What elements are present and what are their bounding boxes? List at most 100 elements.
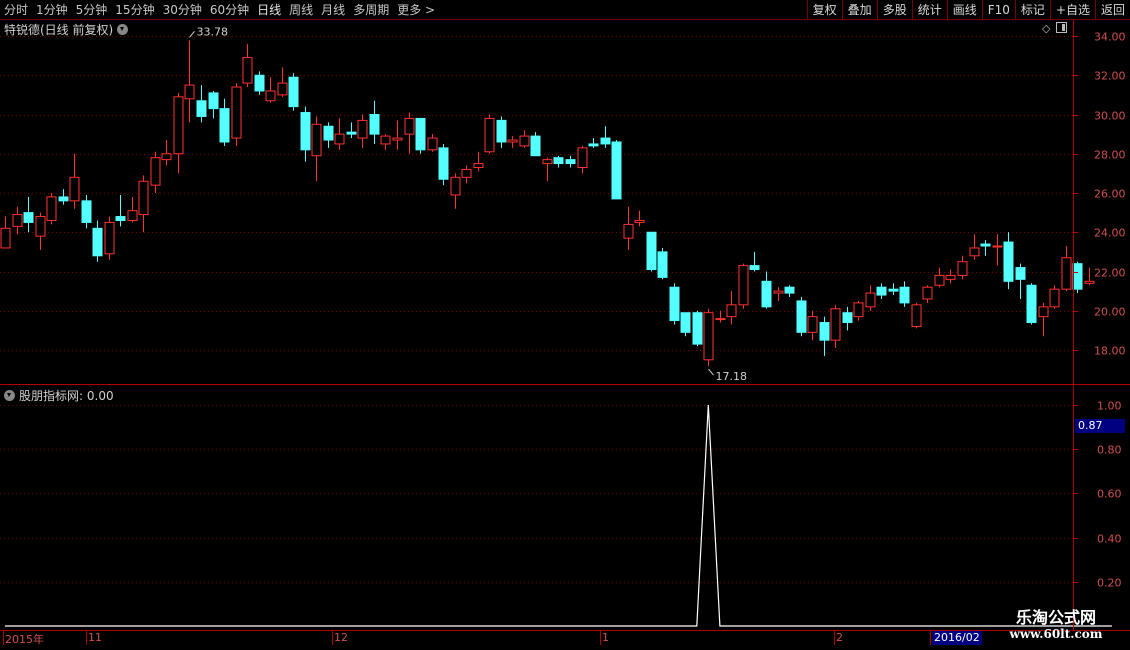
- candle-body: [726, 304, 737, 318]
- candle: [899, 281, 910, 307]
- axes: 34.00 32.00 30.00 28.00 26.00 24.00 22.00 20.00…: [0, 19, 1130, 645]
- candle-body: [553, 157, 564, 165]
- candle: [265, 77, 276, 103]
- candle: [1026, 283, 1037, 325]
- candle: [461, 165, 472, 184]
- candle-body: [35, 216, 46, 237]
- candle: [980, 240, 991, 256]
- candle-body: [69, 176, 80, 202]
- candle: [507, 136, 518, 148]
- candle: [288, 73, 299, 111]
- candle-body: [81, 200, 92, 223]
- indicator-title[interactable]: 股朋指标网 : 0.00: [4, 387, 114, 404]
- candle-body: [254, 74, 265, 92]
- candle-body: [922, 286, 933, 300]
- candle: [496, 116, 507, 148]
- low-arrow: [708, 368, 714, 376]
- candle-body: [138, 180, 149, 216]
- candle-body: [461, 168, 472, 178]
- candle-body: [1026, 284, 1037, 324]
- candle: [392, 120, 403, 150]
- price-tick-label: 26.00: [1094, 188, 1126, 201]
- candle: [277, 67, 288, 97]
- dropdown-circle-icon[interactable]: [117, 24, 129, 35]
- candle-body: [853, 302, 864, 318]
- chart-canvas[interactable]: 34.00 32.00 30.00 28.00 26.00 24.00 22.00 20.00…: [0, 0, 1130, 650]
- candle-body: [46, 196, 57, 221]
- candle: [150, 151, 161, 193]
- candle-body: [346, 131, 357, 135]
- indicator-dropdown-icon[interactable]: [4, 390, 15, 401]
- candle: [680, 312, 691, 337]
- indicator-tick-label: 0.60: [1097, 488, 1122, 501]
- candle: [876, 283, 887, 299]
- candle: [484, 114, 495, 154]
- candle: [92, 220, 103, 262]
- stock-title[interactable]: 特锐德(日线 前复权): [4, 21, 129, 38]
- candle: [438, 143, 449, 186]
- candle-body: [219, 108, 230, 143]
- price-tick-label: 18.00: [1094, 345, 1126, 358]
- candle-body: [265, 90, 276, 102]
- candle: [542, 157, 553, 182]
- candle: [992, 234, 1003, 266]
- candle: [969, 234, 980, 260]
- candle-body: [12, 214, 23, 227]
- candle-body: [600, 137, 611, 145]
- candle-body: [173, 96, 184, 155]
- candle-body: [438, 147, 449, 180]
- candle-body: [819, 322, 830, 341]
- candle-body: [703, 312, 714, 361]
- candle-body: [634, 219, 645, 223]
- candle: [577, 145, 588, 174]
- candle-body: [415, 117, 426, 151]
- diamond-icon[interactable]: ◇: [1042, 22, 1050, 35]
- candle-body: [450, 176, 461, 196]
- candle: [46, 193, 57, 225]
- indicator-line-series: [5, 404, 1112, 627]
- candle: [415, 117, 426, 154]
- candle: [565, 155, 576, 168]
- candle: [600, 126, 611, 148]
- candle: [254, 71, 265, 95]
- date-label: 2: [836, 631, 843, 644]
- candle-body: [23, 212, 34, 223]
- candle: [81, 194, 92, 229]
- candle-body: [519, 135, 530, 147]
- candle-body: [888, 288, 899, 292]
- candle: [0, 216, 11, 249]
- candle-body: [92, 227, 103, 257]
- candle: [1049, 285, 1060, 309]
- candle-body: [588, 143, 599, 147]
- candle-body: [680, 312, 691, 333]
- candle-body: [1015, 267, 1026, 280]
- candle-body: [934, 274, 945, 286]
- candle: [380, 134, 391, 150]
- price-tick-label: 30.00: [1094, 110, 1126, 123]
- candle: [208, 90, 219, 119]
- candle: [703, 308, 714, 367]
- candle-body: [1072, 263, 1083, 290]
- candlestick-series: [0, 40, 1095, 367]
- watermark: 乐淘公式网 www.60lt.com: [986, 609, 1126, 642]
- panel-toggle-icon[interactable]: [1056, 22, 1068, 33]
- candle: [623, 206, 634, 250]
- candle-body: [842, 312, 853, 324]
- candle-body: [496, 119, 507, 143]
- candle-body: [542, 159, 553, 165]
- candle-body: [0, 227, 11, 249]
- candle-body: [473, 163, 484, 168]
- candle: [242, 43, 253, 88]
- candle: [231, 83, 242, 146]
- candle-body: [127, 210, 138, 221]
- candle-body: [300, 112, 311, 151]
- candle-body: [565, 159, 576, 165]
- candle: [138, 175, 149, 233]
- candle-body: [507, 139, 518, 143]
- candle-body: [715, 318, 726, 321]
- candle-body: [530, 135, 541, 157]
- candle: [196, 85, 207, 123]
- candle-body: [773, 290, 784, 294]
- candle: [1038, 302, 1049, 337]
- candle: [519, 130, 530, 148]
